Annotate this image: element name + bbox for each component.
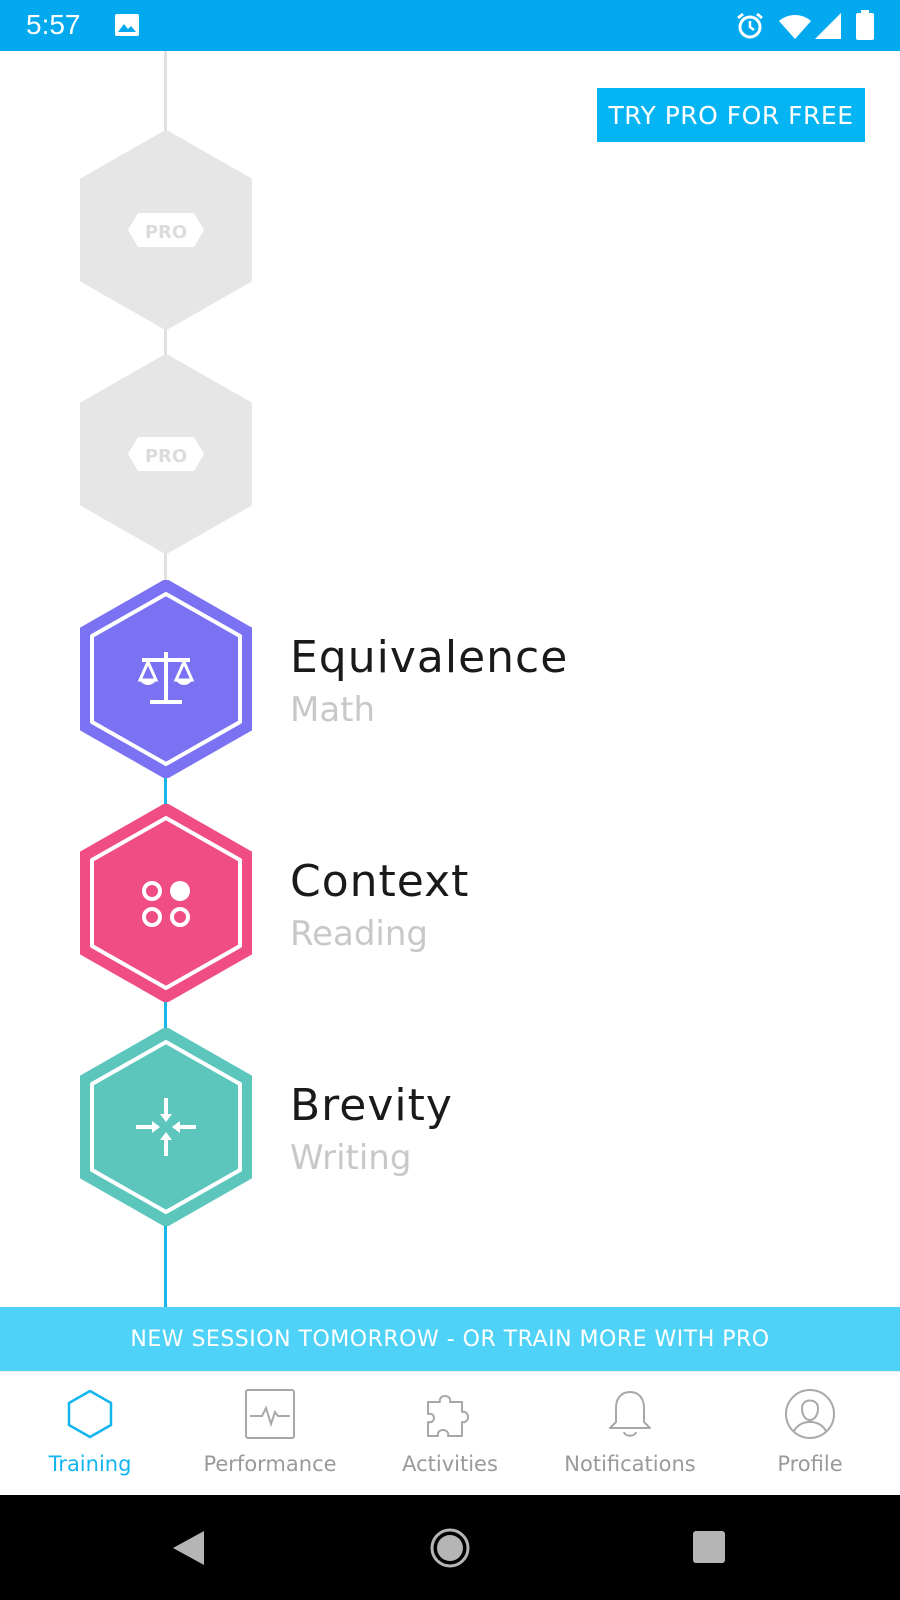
back-icon[interactable]	[170, 1529, 206, 1567]
activity-title: Equivalence	[290, 632, 569, 683]
puzzle-icon	[427, 1395, 469, 1437]
nav-label: Profile	[777, 1452, 843, 1476]
activity-subtitle: Math	[290, 690, 376, 730]
nav-training[interactable]: Training	[0, 1372, 180, 1496]
system-nav-bar	[0, 1495, 900, 1600]
image-icon	[114, 13, 140, 41]
signal-icon	[814, 12, 842, 44]
status-bar: 5:57	[0, 0, 900, 51]
activity-node-equivalence[interactable]	[80, 580, 252, 778]
alarm-icon	[735, 11, 765, 45]
recents-icon[interactable]	[692, 1530, 726, 1564]
compress-arrows-icon	[136, 1098, 196, 1156]
activity-title: Brevity	[290, 1080, 453, 1131]
locked-pro-node[interactable]: PRO	[80, 131, 252, 329]
session-banner[interactable]: NEW SESSION TOMORROW - OR TRAIN MORE WIT…	[0, 1307, 900, 1371]
activity-subtitle: Writing	[290, 1138, 412, 1178]
activity-node-brevity[interactable]	[80, 1028, 252, 1226]
try-pro-button[interactable]: TRY PRO FOR FREE	[597, 88, 865, 142]
profile-icon	[785, 1389, 835, 1439]
hexagon-icon	[67, 1389, 113, 1439]
activity-title: Context	[290, 856, 470, 907]
battery-icon	[856, 10, 874, 44]
wifi-icon	[778, 12, 812, 44]
nav-label: Performance	[203, 1452, 337, 1476]
bottom-nav: Training Performance Activities Notifica…	[0, 1371, 900, 1495]
pro-badge: PRO	[145, 446, 187, 467]
nav-label: Notifications	[564, 1452, 696, 1476]
home-icon[interactable]	[430, 1528, 470, 1568]
nav-notifications[interactable]: Notifications	[540, 1372, 720, 1496]
pro-badge: PRO	[145, 222, 187, 243]
status-time: 5:57	[26, 9, 81, 40]
bell-icon	[609, 1391, 651, 1437]
scales-icon	[137, 652, 195, 704]
nav-label: Training	[48, 1452, 132, 1476]
locked-pro-node[interactable]: PRO	[80, 355, 252, 553]
nav-activities[interactable]: Activities	[360, 1372, 540, 1496]
dots-icon	[142, 881, 190, 927]
nav-label: Activities	[402, 1452, 498, 1476]
activity-node-context[interactable]	[80, 804, 252, 1002]
activity-subtitle: Reading	[290, 914, 429, 954]
nav-profile[interactable]: Profile	[720, 1372, 900, 1496]
nav-performance[interactable]: Performance	[180, 1372, 360, 1496]
pulse-chart-icon	[245, 1389, 295, 1439]
